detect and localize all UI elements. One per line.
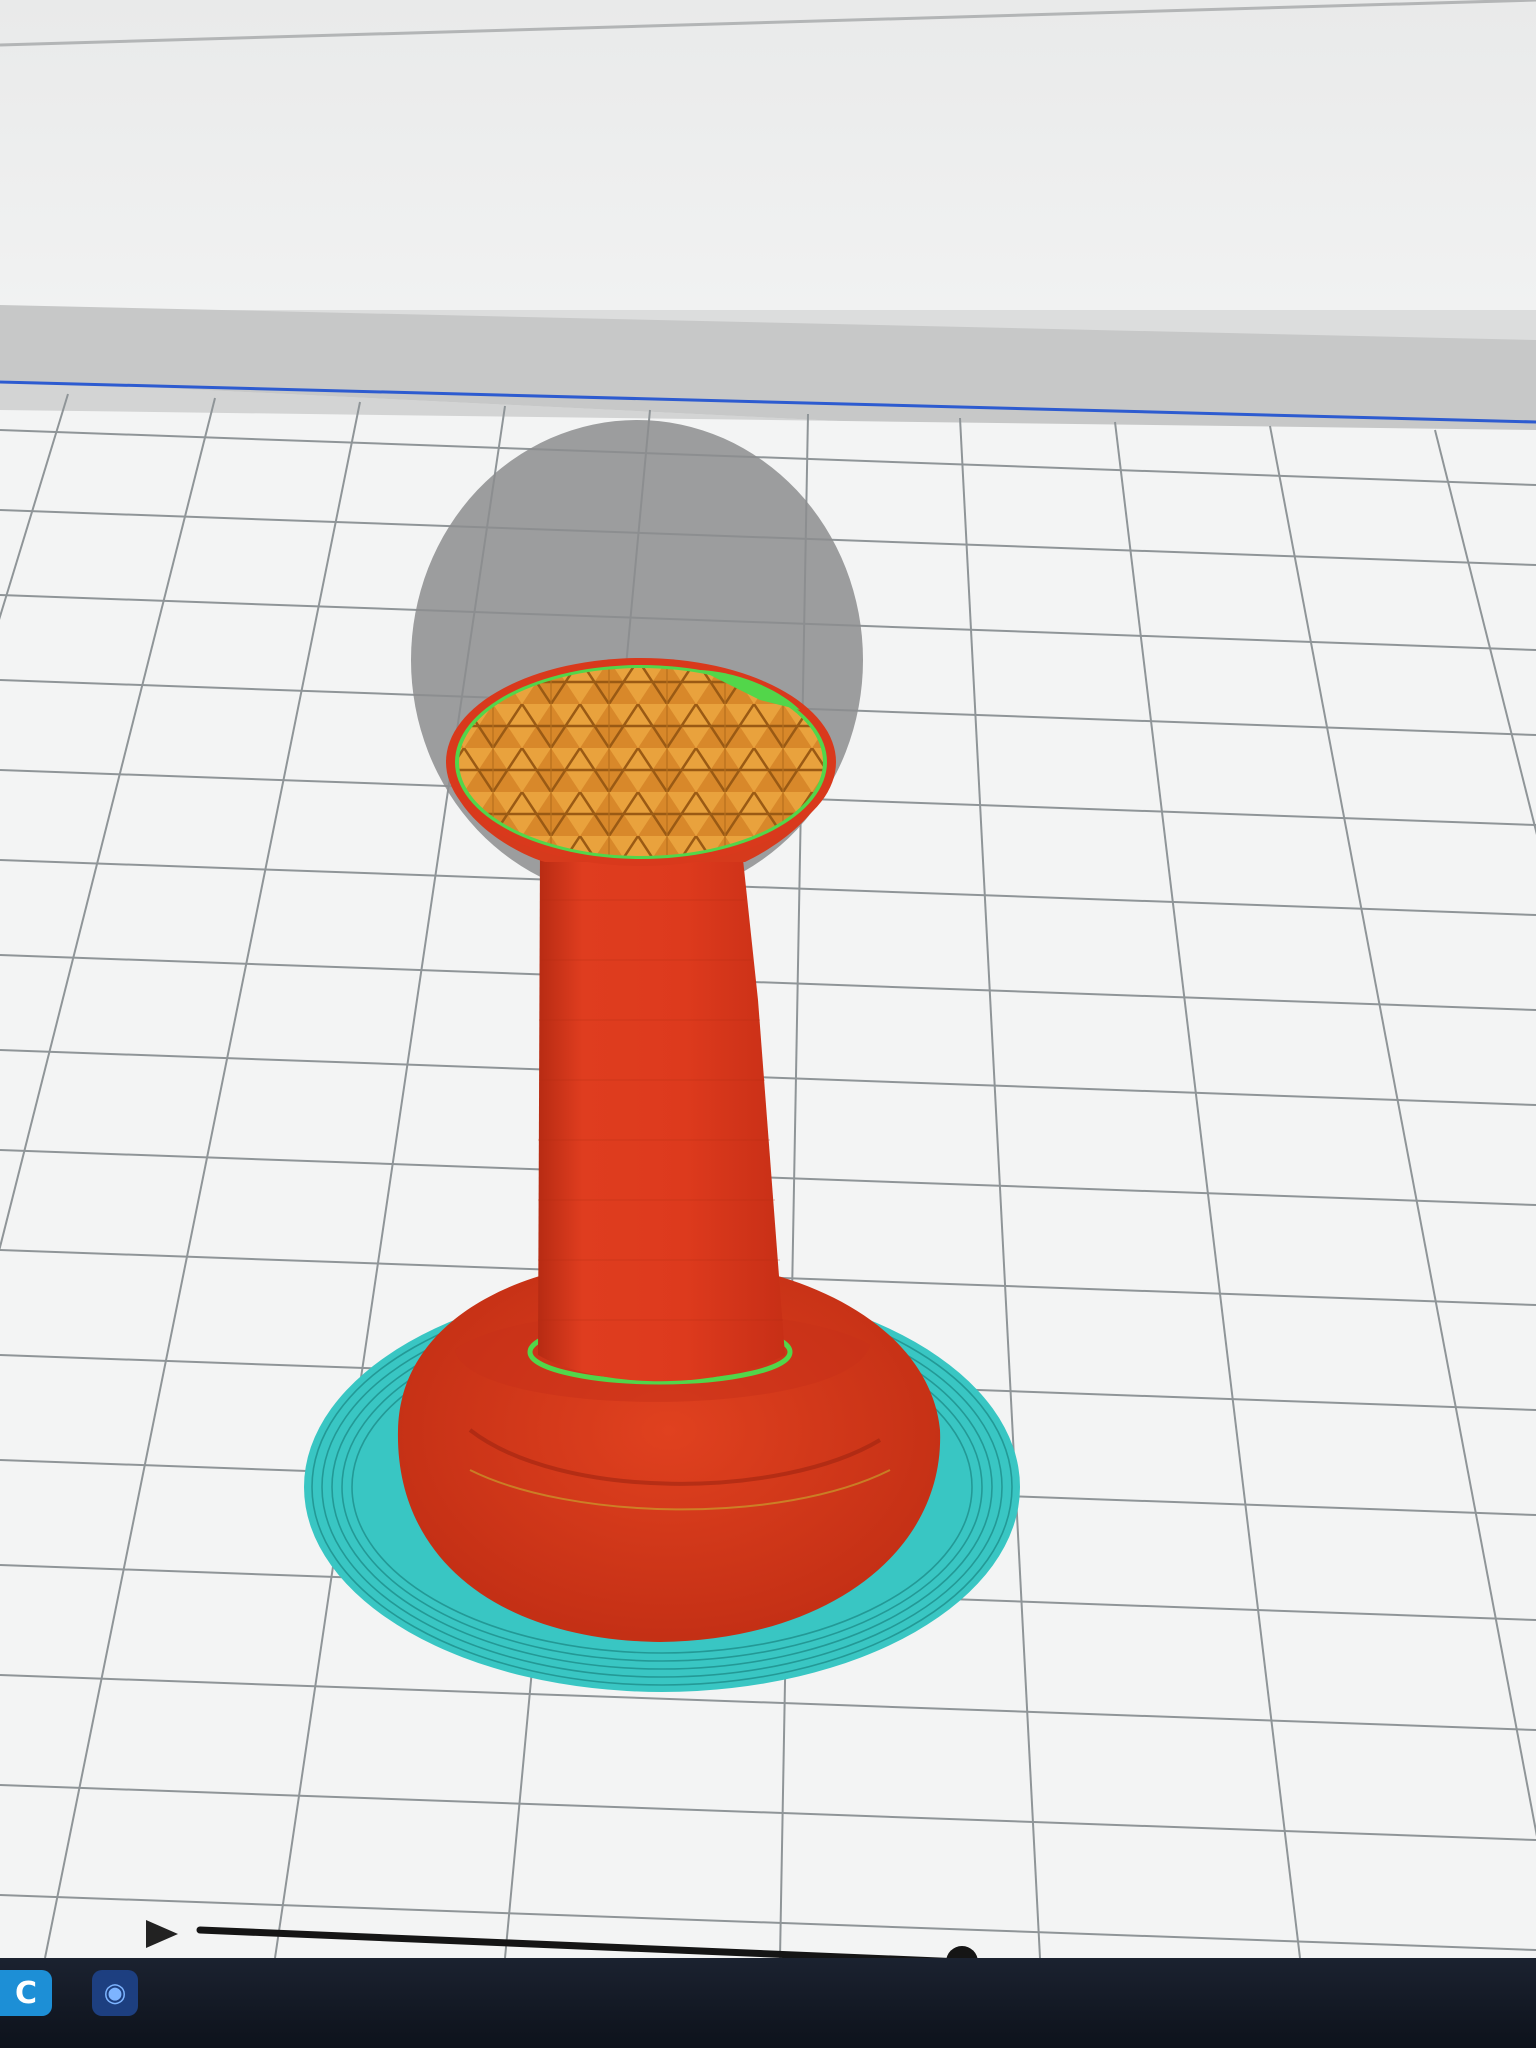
- app-icon-globe[interactable]: ◉: [92, 1970, 138, 2016]
- taskbar: [0, 1958, 1536, 2048]
- play-button[interactable]: [140, 1914, 184, 1958]
- model-column: [538, 850, 785, 1382]
- slicer-preview-window: C ◉: [0, 0, 1536, 2048]
- app-icon-cura[interactable]: C: [0, 1970, 52, 2016]
- upper-background: [0, 0, 1536, 310]
- build-plate-viewport[interactable]: [0, 0, 1536, 2048]
- play-icon: [146, 1920, 178, 1948]
